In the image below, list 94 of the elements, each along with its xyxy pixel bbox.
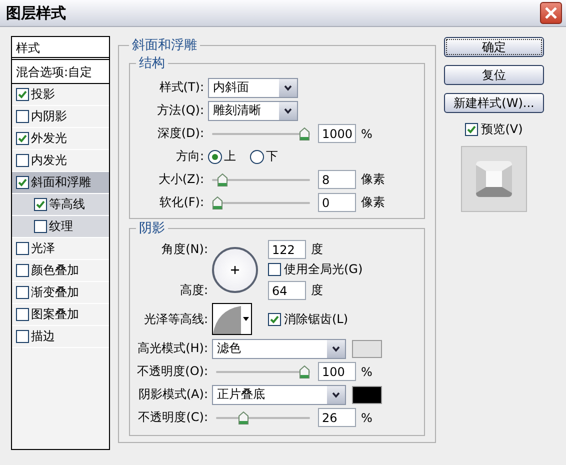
number-field[interactable]: 100 xyxy=(318,362,356,381)
checkbox[interactable] xyxy=(465,123,478,136)
number-field[interactable]: 26 xyxy=(318,408,356,427)
checkbox[interactable] xyxy=(16,110,29,123)
number-field[interactable]: 0 xyxy=(318,193,356,212)
list-header: 样式 xyxy=(12,37,109,60)
number-field[interactable]: 1000 xyxy=(318,124,356,143)
checkbox[interactable] xyxy=(16,264,29,277)
checkbox-label: 消除锯齿(L) xyxy=(284,310,348,328)
checkbox[interactable] xyxy=(16,330,29,343)
checkbox[interactable] xyxy=(34,220,47,233)
section-title: 结构 xyxy=(138,55,166,72)
style-list-item[interactable]: 描边 xyxy=(12,326,109,348)
slider-thumb[interactable] xyxy=(299,364,310,378)
window-title: 图层样式 xyxy=(6,4,66,22)
style-list-item[interactable]: 颜色叠加 xyxy=(12,260,109,282)
style-list-item[interactable]: 图案叠加 xyxy=(12,304,109,326)
dropdown[interactable]: 正片叠底 xyxy=(212,384,346,404)
dropdown[interactable]: 内斜面 xyxy=(208,78,298,98)
slider-thumb[interactable] xyxy=(238,410,249,424)
color-swatch[interactable] xyxy=(352,386,382,404)
dialog-button[interactable]: 复位 xyxy=(444,65,544,85)
checkbox[interactable] xyxy=(16,242,29,255)
crosshair-icon xyxy=(231,266,239,274)
close-icon xyxy=(544,6,558,20)
radio-label: 上 xyxy=(224,148,236,165)
unit-label: 像素 xyxy=(360,194,385,211)
unit-label: 像素 xyxy=(360,171,385,188)
slider-track[interactable] xyxy=(216,364,310,378)
field-label: 样式(T): xyxy=(158,79,205,96)
dropdown[interactable]: 雕刻清晰 xyxy=(208,100,298,120)
unit-label: % xyxy=(360,410,372,424)
dropdown[interactable]: 滤色 xyxy=(212,338,346,358)
field-label: 方向: xyxy=(174,148,205,165)
checkbox[interactable] xyxy=(16,286,29,299)
checkbox-label: 预览(V) xyxy=(481,121,523,138)
checkbox[interactable] xyxy=(16,176,29,189)
contour-curve-icon xyxy=(213,304,241,334)
number-field[interactable]: 8 xyxy=(318,170,356,189)
slider-track[interactable] xyxy=(212,196,310,210)
radio-label: 下 xyxy=(266,148,278,165)
checkbox[interactable] xyxy=(16,154,29,167)
field-label: 软化(F): xyxy=(158,194,205,211)
slider-thumb[interactable] xyxy=(299,126,310,140)
field-label: 方法(Q): xyxy=(156,102,205,119)
style-list-item[interactable]: 等高线 xyxy=(12,194,109,216)
number-field[interactable]: 64 xyxy=(268,280,306,300)
radio-button[interactable] xyxy=(208,150,222,164)
close-button[interactable] xyxy=(540,2,562,24)
checkbox[interactable] xyxy=(16,132,29,145)
checkbox[interactable] xyxy=(268,262,281,276)
checkbox[interactable] xyxy=(268,312,281,326)
unit-label: % xyxy=(360,364,372,378)
unit-label: 度 xyxy=(310,240,323,258)
dialog-button[interactable]: 确定 xyxy=(444,37,544,57)
checkbox[interactable] xyxy=(16,88,29,101)
style-list-item[interactable]: 渐变叠加 xyxy=(12,282,109,304)
checkbox-label: 使用全局光(G) xyxy=(284,260,363,278)
style-list-item[interactable]: 斜面和浮雕 xyxy=(12,172,109,194)
slider-thumb[interactable] xyxy=(217,172,228,186)
blending-options-item[interactable]: 混合选项:自定 xyxy=(12,60,109,84)
bevel-preview-drawing xyxy=(474,159,514,199)
field-label: 不透明度(O): xyxy=(136,363,209,380)
checkbox[interactable] xyxy=(34,198,47,211)
field-label: 阴影模式(A): xyxy=(137,386,209,403)
field-label: 深度(D): xyxy=(156,125,205,142)
dialog-button[interactable]: 新建样式(W)... xyxy=(444,93,544,113)
color-swatch[interactable] xyxy=(352,340,382,358)
caret-icon xyxy=(243,317,249,321)
unit-label: % xyxy=(360,126,372,140)
checkbox[interactable] xyxy=(16,308,29,321)
style-list-item[interactable]: 光泽 xyxy=(12,238,109,260)
radio-dot-icon xyxy=(212,154,218,160)
style-list-item[interactable]: 投影 xyxy=(12,84,109,106)
style-list-item[interactable]: 外发光 xyxy=(12,128,109,150)
field-label: 光泽等高线: xyxy=(142,310,209,328)
slider-track[interactable] xyxy=(212,172,310,186)
slider-track[interactable] xyxy=(212,126,310,140)
style-list-item[interactable]: 纹理 xyxy=(12,216,109,238)
section-title: 阴影 xyxy=(138,220,166,237)
field-label: 大小(Z): xyxy=(157,171,205,188)
number-field[interactable]: 122 xyxy=(268,240,306,258)
section-title: 斜面和浮雕 xyxy=(131,37,198,54)
angle-dial[interactable] xyxy=(212,247,258,293)
slider-track[interactable] xyxy=(216,410,310,424)
field-label: 角度(N): xyxy=(160,240,209,258)
contour-picker[interactable] xyxy=(212,303,252,335)
field-label: 不透明度(C): xyxy=(137,409,209,426)
radio-button[interactable] xyxy=(250,150,264,164)
style-list-item[interactable]: 内阴影 xyxy=(12,106,109,128)
field-label: 高度: xyxy=(178,282,209,298)
slider-thumb[interactable] xyxy=(212,196,223,210)
unit-label: 度 xyxy=(310,282,323,298)
field-label: 高光模式(H): xyxy=(136,340,209,357)
